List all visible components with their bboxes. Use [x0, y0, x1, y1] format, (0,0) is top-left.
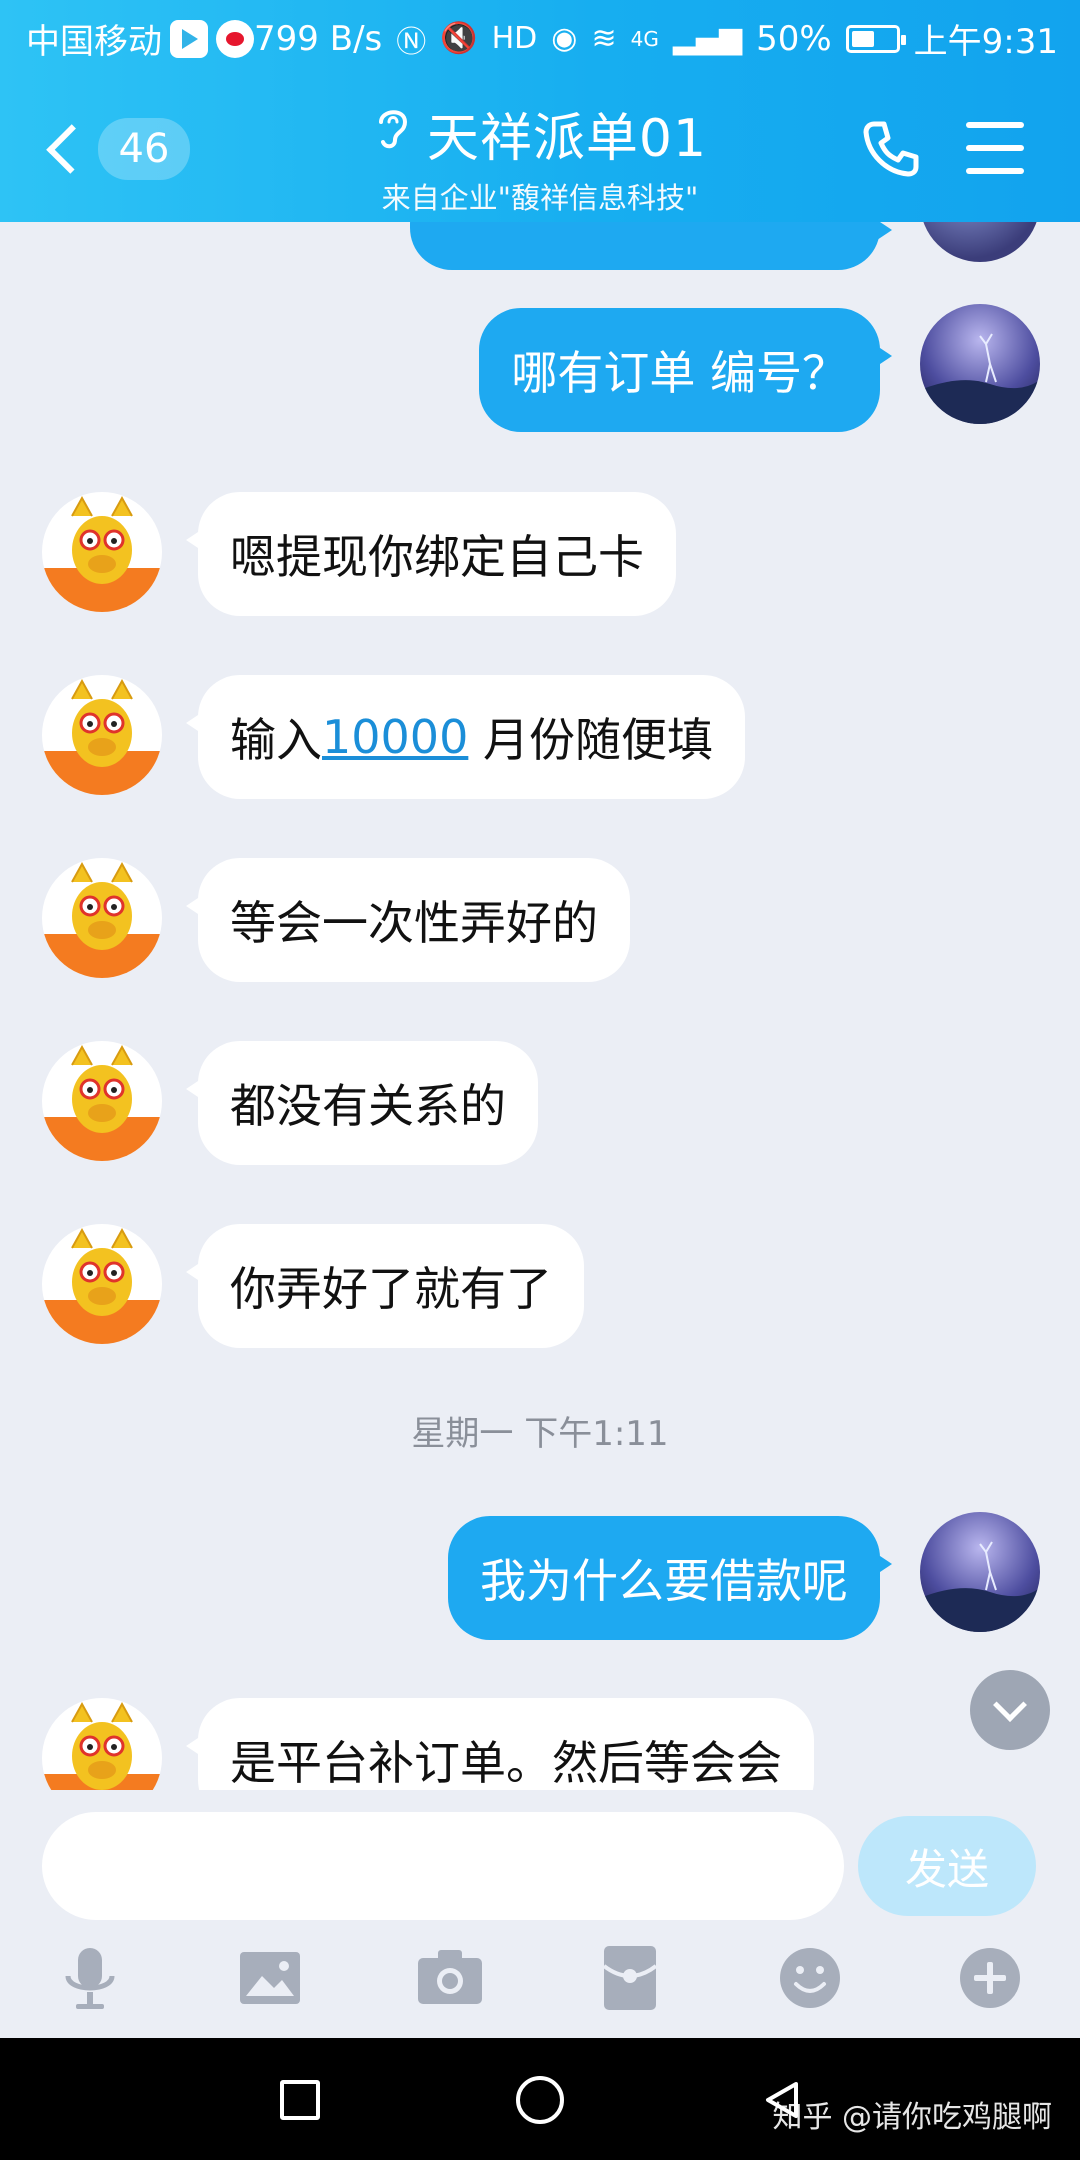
chevron-down-icon [993, 1688, 1027, 1722]
hd-icon: HD [491, 21, 538, 56]
message-text-prefix: 输入 [230, 713, 322, 767]
watermark-text: 知乎 @请你吃鸡腿啊 [772, 2100, 1052, 2135]
send-button[interactable]: 发送 [858, 1816, 1036, 1916]
status-bar: 中国移动 799 B/s Ⓝ 🔇 HD ◉ ≋ 4G ▂▄▆ 50% 上午9:3… [0, 0, 1080, 74]
red-packet-icon[interactable] [594, 1942, 666, 2014]
message-input[interactable] [42, 1812, 844, 1920]
self-avatar[interactable] [920, 1512, 1040, 1632]
status-right: 799 B/s Ⓝ 🔇 HD ◉ ≋ 4G ▂▄▆ 50% 上午9:31 [254, 14, 1058, 63]
composer-toolbar [0, 1942, 1080, 2022]
message-bubble-partial[interactable] [410, 222, 892, 270]
contact-avatar[interactable] [42, 675, 162, 795]
image-icon[interactable] [234, 1942, 306, 2014]
self-avatar-partial[interactable] [920, 222, 1040, 262]
emoji-icon[interactable] [774, 1942, 846, 2014]
message-bubble-in[interactable]: 嗯提现你绑定自己卡 [186, 492, 676, 616]
chat-subtitle: 来自企业"馥祥信息科技" [381, 181, 699, 215]
microphone-icon[interactable] [54, 1942, 126, 2014]
chat-header: 中国移动 799 B/s Ⓝ 🔇 HD ◉ ≋ 4G ▂▄▆ 50% 上午9:3… [0, 0, 1080, 222]
message-bubble-in[interactable]: 输入 10000 月份随便填 [186, 675, 745, 799]
message-text: 我为什么要借款呢 [480, 1554, 848, 1608]
message-bubble-in[interactable]: 是平台补订单。然后等会会 [186, 1698, 814, 1790]
message-bubble-out[interactable]: 我为什么要借款呢 [448, 1516, 892, 1640]
contact-avatar[interactable] [42, 492, 162, 612]
eye-icon: ◉ [551, 21, 578, 56]
nfc-icon: Ⓝ [396, 24, 427, 60]
unread-badge: 46 [98, 118, 190, 180]
earpiece-icon [373, 104, 413, 163]
time-separator: 星期一 下午1:11 [411, 1414, 669, 1454]
carrier-label: 中国移动 [26, 22, 162, 62]
message-text: 等会一次性弄好的 [230, 896, 598, 950]
weibo-icon [216, 19, 254, 58]
wifi-icon: ≋ [591, 21, 617, 56]
network-type-label: 4G [630, 26, 659, 51]
battery-percent: 50% [756, 18, 832, 59]
contact-avatar[interactable] [42, 1698, 162, 1790]
message-bubble-in[interactable]: 都没有关系的 [186, 1041, 538, 1165]
signal-icon: ▂▄▆ [672, 21, 743, 56]
plus-icon[interactable] [954, 1942, 1026, 2014]
message-text: 都没有关系的 [230, 1079, 506, 1133]
message-text: 嗯提现你绑定自己卡 [230, 530, 644, 584]
contact-avatar[interactable] [42, 858, 162, 978]
message-composer: 发送 [0, 1790, 1080, 2038]
clock: 上午9:31 [913, 22, 1058, 62]
message-text: 你弄好了就有了 [230, 1262, 552, 1316]
phone-call-icon[interactable] [856, 114, 926, 184]
self-avatar[interactable] [920, 304, 1040, 424]
recent-apps-icon[interactable] [280, 2080, 320, 2120]
contact-avatar[interactable] [42, 1041, 162, 1161]
back-button[interactable]: 46 [40, 114, 190, 184]
net-speed: 799 B/s [254, 18, 383, 59]
message-bubble-in[interactable]: 等会一次性弄好的 [186, 858, 630, 982]
message-bubble-out[interactable]: 哪有订单 编号？ [479, 308, 892, 432]
detected-number-link[interactable]: 10000 [322, 710, 468, 764]
message-text-suffix: 月份随便填 [468, 713, 713, 767]
home-icon[interactable] [516, 2076, 564, 2124]
mute-icon: 🔇 [440, 21, 478, 56]
message-text: 是平台补订单。然后等会会 [230, 1736, 782, 1790]
message-bubble-in[interactable]: 你弄好了就有了 [186, 1224, 584, 1348]
chat-scroll-area[interactable]: 哪有订单 编号？ 嗯提现你绑定自己卡 输入 10000 月份随便填 等会一次性弄好… [0, 222, 1080, 1790]
back-chevron-icon [46, 124, 96, 174]
scroll-to-bottom-button[interactable] [970, 1670, 1050, 1750]
camera-icon[interactable] [414, 1942, 486, 2014]
message-text: 哪有订单 编号？ [511, 346, 848, 400]
chat-title-area[interactable]: 天祥派单01 来自企业"馥祥信息科技" [250, 96, 830, 217]
menu-icon[interactable] [966, 122, 1024, 174]
chat-title: 天祥派单01 [426, 109, 708, 169]
battery-icon [845, 24, 906, 53]
contact-avatar[interactable] [42, 1224, 162, 1344]
system-navigation-bar: 知乎 @请你吃鸡腿啊 [0, 2038, 1080, 2160]
status-left: 中国移动 [26, 14, 254, 63]
video-app-icon [170, 19, 208, 58]
title-bar: 46 天祥派单01 来自企业"馥祥信息科技" [0, 74, 1080, 222]
